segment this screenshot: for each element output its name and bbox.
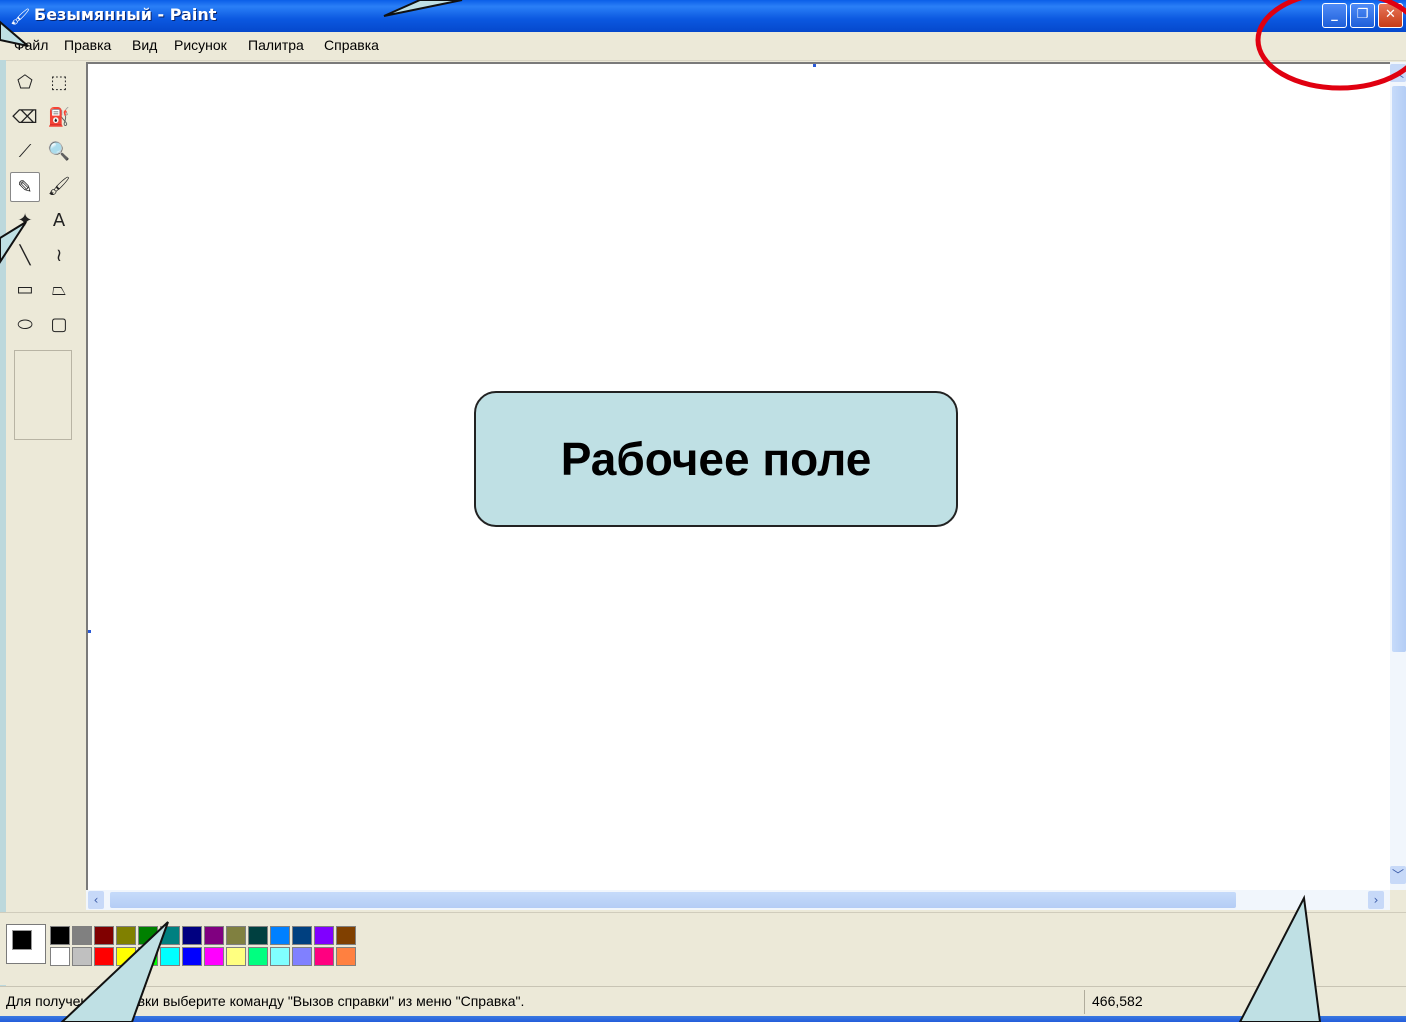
tool-options-panel[interactable] [14,350,72,440]
palette-swatch[interactable] [314,926,334,945]
palette-swatch[interactable] [204,926,224,945]
scroll-down-icon[interactable]: ﹀ [1390,866,1406,884]
menu-help[interactable]: Справка [324,37,379,53]
taskbar [0,1016,1406,1022]
menu-edit[interactable]: Правка [64,37,111,53]
workspace-label-callout: Рабочее поле [474,391,958,527]
palette-swatch[interactable] [226,947,246,966]
rectangle-icon[interactable]: ▭ [10,275,40,305]
palette-swatch[interactable] [94,947,114,966]
palette-swatch[interactable] [72,926,92,945]
brush-icon[interactable]: 🖌 [44,172,74,202]
palette-swatch[interactable] [270,926,290,945]
scroll-up-icon[interactable]: ︿ [1390,64,1406,82]
title-bar: 🖌 Безымянный - Paint _ ❐ ✕ [0,0,1406,32]
color-picker-icon[interactable]: ⟋ [10,137,40,167]
palette-swatch[interactable] [270,947,290,966]
foreground-color [12,930,32,950]
palette-swatch[interactable] [248,947,268,966]
status-divider [1084,990,1085,1014]
ellipse-icon[interactable]: ⬭ [10,310,40,340]
window-title: Безымянный - Paint [34,5,217,24]
palette-swatch[interactable] [182,926,202,945]
polygon-icon[interactable]: ⏢ [44,275,74,305]
palette-swatch[interactable] [160,926,180,945]
resize-handle-left[interactable] [88,630,91,633]
scroll-right-icon[interactable]: › [1368,891,1384,909]
menu-view[interactable]: Вид [132,37,157,53]
palette-swatch[interactable] [50,926,70,945]
horizontal-scroll-thumb[interactable] [110,892,1236,908]
palette-swatch[interactable] [72,947,92,966]
menu-file[interactable]: Файл [14,37,48,53]
palette-swatch[interactable] [204,947,224,966]
menu-colors[interactable]: Палитра [248,37,304,53]
minimize-button[interactable]: _ [1322,3,1347,28]
palette-swatch[interactable] [116,947,136,966]
paint-app-icon[interactable]: 🖌 [10,7,30,26]
palette-swatch[interactable] [248,926,268,945]
text-tool-icon[interactable]: A [44,206,74,236]
scroll-left-icon[interactable]: ‹ [88,891,104,909]
palette-swatch[interactable] [138,926,158,945]
palette-swatch[interactable] [292,926,312,945]
eraser-icon[interactable]: ⌫ [10,103,40,133]
close-button[interactable]: ✕ [1378,3,1403,28]
palette-swatch[interactable] [50,947,70,966]
curve-icon[interactable]: ≀ [44,241,74,271]
palette-swatch[interactable] [138,947,158,966]
rect-select-icon[interactable]: ⬚ [44,68,74,98]
line-icon[interactable]: ╲ [10,241,40,271]
menu-bar: Файл Правка Вид Рисунок Палитра Справка [0,32,1406,61]
palette-swatch[interactable] [336,947,356,966]
toolbox: ⬠ ⬚ ⌫ ⛽ ⟋ 🔍 ✎ 🖌 ✦ A ╲ ≀ ▭ ⏢ ⬭ ▢ [6,64,84,919]
palette-swatch[interactable] [160,947,180,966]
fill-bucket-icon[interactable]: ⛽ [44,103,74,133]
maximize-button[interactable]: ❐ [1350,3,1375,28]
palette-swatch[interactable] [314,947,334,966]
vertical-scroll-thumb[interactable] [1392,86,1406,652]
magnifier-icon[interactable]: 🔍 [44,137,74,167]
palette-swatch[interactable] [94,926,114,945]
workspace-label: Рабочее поле [560,433,872,485]
menu-image[interactable]: Рисунок [174,37,227,53]
palette-swatch[interactable] [226,926,246,945]
pencil-icon[interactable]: ✎ [10,171,40,202]
resize-handle-top[interactable] [813,64,816,67]
cursor-coordinates: 466,582 [1092,993,1143,1009]
free-select-icon[interactable]: ⬠ [10,68,40,98]
palette-swatch[interactable] [292,947,312,966]
palette-swatch[interactable] [182,947,202,966]
status-help-text: Для получения справки выберите команду "… [6,993,525,1009]
airbrush-icon[interactable]: ✦ [10,206,40,236]
rounded-rect-icon[interactable]: ▢ [44,310,74,340]
palette-swatch[interactable] [336,926,356,945]
palette-swatch[interactable] [116,926,136,945]
